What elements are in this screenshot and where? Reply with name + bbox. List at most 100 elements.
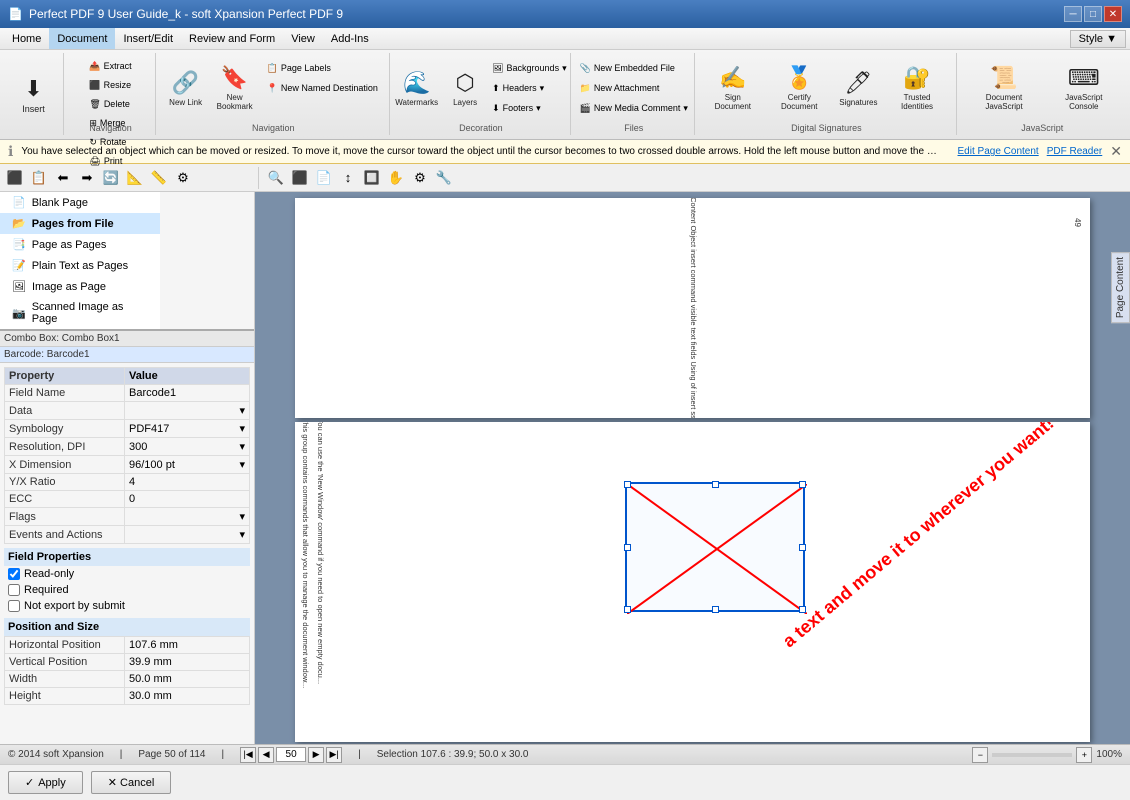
close-notification-button[interactable]: ✕ bbox=[1110, 143, 1122, 160]
menu-add-ins[interactable]: Add-Ins bbox=[323, 28, 377, 49]
view-tool-5[interactable]: 🔲 bbox=[361, 167, 383, 189]
zoom-slider[interactable] bbox=[992, 753, 1072, 757]
view-tool-3[interactable]: 📄 bbox=[313, 167, 335, 189]
handle-ml[interactable] bbox=[624, 544, 631, 551]
dpi-dropdown-arrow[interactable]: ▾ bbox=[239, 440, 245, 453]
pages-from-file-item[interactable]: 📂 Pages from File bbox=[0, 213, 160, 234]
handle-bl[interactable] bbox=[624, 606, 631, 613]
no-export-row: Not export by submit bbox=[4, 598, 250, 614]
apply-button[interactable]: ✓ Apply bbox=[8, 771, 83, 794]
prop-header-row: Property Value bbox=[5, 368, 250, 385]
blank-page-item[interactable]: 📄 Blank Page bbox=[0, 192, 160, 213]
doc-js-button[interactable]: 📜 Document JavaScript bbox=[965, 59, 1044, 117]
first-page-button[interactable]: |◀ bbox=[240, 747, 256, 763]
status-bar: © 2014 soft Xpansion | Page 50 of 114 | … bbox=[0, 744, 1130, 764]
flags-dropdown-arrow[interactable]: ▾ bbox=[239, 510, 245, 523]
new-embedded-button[interactable]: 📎 New Embedded File bbox=[575, 59, 693, 77]
required-label: Required bbox=[24, 584, 69, 596]
print-button[interactable]: 🖨 Print bbox=[84, 152, 136, 170]
toolbar-btn-7[interactable]: 📏 bbox=[148, 167, 170, 189]
new-link-button[interactable]: 🔗 New Link bbox=[164, 59, 208, 117]
events-dropdown-arrow[interactable]: ▾ bbox=[239, 528, 245, 541]
new-bookmark-button[interactable]: 🔖 New Bookmark bbox=[212, 59, 258, 117]
new-link-label: New Link bbox=[169, 98, 202, 107]
page-number-input[interactable]: 50 bbox=[276, 747, 306, 762]
layers-button[interactable]: ⬡ Layers bbox=[447, 59, 483, 117]
certify-doc-button[interactable]: 🏅 Certify Document bbox=[766, 59, 832, 117]
handle-br[interactable] bbox=[799, 606, 806, 613]
menu-home[interactable]: Home bbox=[4, 28, 49, 49]
no-export-checkbox[interactable] bbox=[8, 600, 20, 612]
zoom-in-button[interactable]: + bbox=[1076, 747, 1092, 763]
page-as-pages-item[interactable]: 📑 Page as Pages bbox=[0, 234, 160, 255]
nav-group-label: Navigation bbox=[66, 123, 155, 133]
new-media-button[interactable]: 🎬 New Media Comment ▾ bbox=[575, 99, 693, 117]
close-button[interactable]: ✕ bbox=[1104, 6, 1122, 22]
new-attachment-button[interactable]: 📁 New Attachment bbox=[575, 79, 693, 97]
new-named-dest-button[interactable]: 📍 New Named Destination bbox=[262, 79, 383, 97]
view-tool-6[interactable]: ✋ bbox=[385, 167, 407, 189]
window-controls[interactable]: ─ □ ✕ bbox=[1064, 6, 1122, 22]
menu-insert-edit[interactable]: Insert/Edit bbox=[115, 28, 181, 49]
headers-button[interactable]: ⬆ Headers ▾ bbox=[487, 79, 572, 97]
data-dropdown-arrow[interactable]: ▾ bbox=[239, 404, 245, 417]
scanned-image-item[interactable]: 📷 Scanned Image as Page bbox=[0, 297, 160, 329]
symbology-dropdown-arrow[interactable]: ▾ bbox=[239, 422, 245, 435]
style-dropdown[interactable]: Style ▼ bbox=[1070, 30, 1126, 48]
handle-mr[interactable] bbox=[799, 544, 806, 551]
image-as-page-item[interactable]: 🖼 Image as Page bbox=[0, 276, 160, 297]
left-panel: 📄 Blank Page 📂 Pages from File 📑 Page as… bbox=[0, 192, 255, 744]
last-page-button[interactable]: ▶| bbox=[326, 747, 342, 763]
edit-page-content-link[interactable]: Edit Page Content bbox=[958, 146, 1039, 157]
trusted-ids-button[interactable]: 🔐 Trusted Identities bbox=[885, 59, 950, 117]
page-labels-button[interactable]: 📋 Page Labels bbox=[262, 59, 383, 77]
handle-tl[interactable] bbox=[624, 481, 631, 488]
watermarks-button[interactable]: 🌊 Watermarks bbox=[390, 59, 443, 117]
resize-button[interactable]: ⬛ Resize bbox=[84, 76, 136, 94]
view-tool-8[interactable]: 🔧 bbox=[433, 167, 455, 189]
sign-doc-button[interactable]: ✍ Sign Document bbox=[703, 59, 762, 117]
required-checkbox[interactable] bbox=[8, 584, 20, 596]
rotate-button[interactable]: ↻ Rotate bbox=[84, 133, 136, 151]
height-label: Height bbox=[5, 688, 125, 705]
menu-view[interactable]: View bbox=[283, 28, 323, 49]
toolbar-btn-8[interactable]: ⚙ bbox=[172, 167, 194, 189]
toolbar-btn-2[interactable]: 📋 bbox=[28, 167, 50, 189]
toolbar-btn-3[interactable]: ⬅ bbox=[52, 167, 74, 189]
js-console-button[interactable]: ⌨ JavaScript Console bbox=[1048, 59, 1121, 117]
next-page-button[interactable]: ▶ bbox=[308, 747, 324, 763]
zoom-out-button[interactable]: − bbox=[972, 747, 988, 763]
view-tool-7[interactable]: ⚙ bbox=[409, 167, 431, 189]
readonly-checkbox[interactable] bbox=[8, 568, 20, 580]
extract-button[interactable]: 📤 Extract bbox=[84, 57, 136, 75]
prop-data-label: Data bbox=[5, 402, 125, 420]
handle-bm[interactable] bbox=[712, 606, 719, 613]
backgrounds-button[interactable]: 🖼 Backgrounds ▾ bbox=[487, 59, 572, 77]
certify-doc-icon: 🏅 bbox=[786, 65, 813, 91]
xdim-dropdown-arrow[interactable]: ▾ bbox=[239, 458, 245, 471]
view-tool-2[interactable]: ⬛ bbox=[289, 167, 311, 189]
cancel-button[interactable]: ✕ Cancel bbox=[91, 771, 172, 794]
selected-object[interactable] bbox=[625, 482, 805, 612]
menu-review-form[interactable]: Review and Form bbox=[181, 28, 283, 49]
minimize-button[interactable]: ─ bbox=[1064, 6, 1082, 22]
menu-document[interactable]: Document bbox=[49, 28, 115, 49]
page-content-tab[interactable]: Page Content bbox=[1111, 252, 1130, 323]
view-tool-4[interactable]: ↕ bbox=[337, 167, 359, 189]
plain-text-icon: 📝 bbox=[12, 259, 26, 272]
handle-tm[interactable] bbox=[712, 481, 719, 488]
insert-button[interactable]: ⬇ Insert bbox=[10, 63, 58, 128]
prev-page-button[interactable]: ◀ bbox=[258, 747, 274, 763]
maximize-button[interactable]: □ bbox=[1084, 6, 1102, 22]
prop-row-field-name: Field Name Barcode1 bbox=[5, 385, 250, 402]
certify-doc-label: Certify Document bbox=[771, 93, 827, 111]
plain-text-item[interactable]: 📝 Plain Text as Pages bbox=[0, 255, 160, 276]
toolbar-btn-1[interactable]: ⬛ bbox=[4, 167, 26, 189]
view-tool-1[interactable]: 🔍 bbox=[265, 167, 287, 189]
pdf-reader-link[interactable]: PDF Reader bbox=[1047, 146, 1103, 157]
footers-button[interactable]: ⬇ Footers ▾ bbox=[487, 99, 572, 117]
signatures-button[interactable]: 🖊 Signatures bbox=[836, 59, 880, 117]
js-console-label: JavaScript Console bbox=[1053, 93, 1116, 111]
handle-tr[interactable] bbox=[799, 481, 806, 488]
delete-button[interactable]: 🗑 Delete bbox=[84, 95, 136, 113]
